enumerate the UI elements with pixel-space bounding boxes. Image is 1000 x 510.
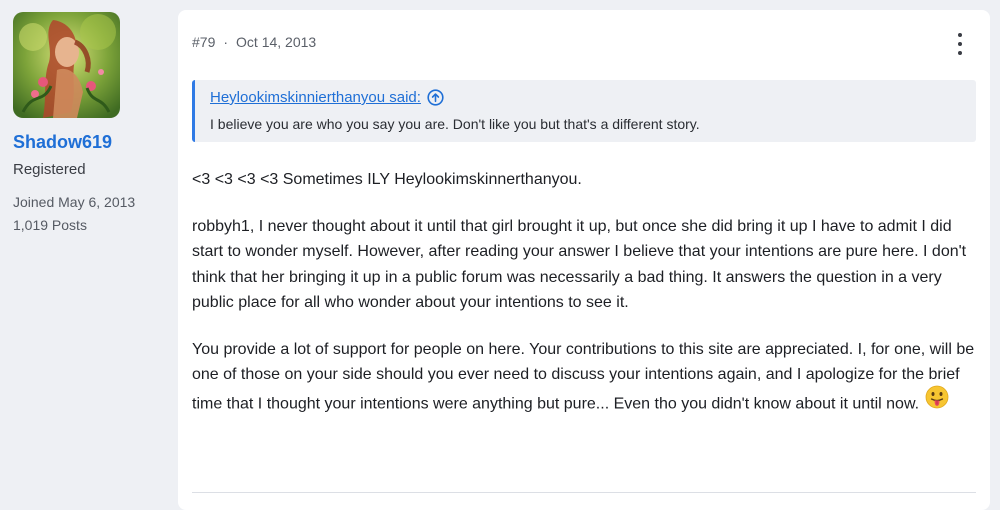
post-number-link[interactable]: #79	[192, 34, 215, 50]
kebab-dot	[958, 51, 962, 55]
user-joined-date: Joined May 6, 2013	[13, 194, 136, 210]
user-avatar[interactable]	[13, 12, 120, 118]
username-link[interactable]: Shadow619	[13, 132, 112, 153]
post-paragraph: <3 <3 <3 <3 Sometimes ILY Heylookimskinn…	[192, 171, 582, 188]
quote-author-link[interactable]: Heylookimskinnierthanyou said:	[210, 89, 444, 106]
avatar-image	[13, 12, 120, 118]
post-card: #79 · Oct 14, 2013 Heylookimskinnierthanyo…	[178, 10, 990, 510]
post-paragraph: robbyh1, I never thought about it until …	[192, 217, 967, 312]
post-paragraph-text: You provide a lot of support for people …	[192, 340, 975, 412]
kebab-dot	[958, 42, 962, 46]
quote-block: Heylookimskinnierthanyou said: I believe…	[192, 80, 976, 142]
post-meta: #79 · Oct 14, 2013	[192, 34, 316, 50]
post-body: <3 <3 <3 <3 Sometimes ILY Heylookimskinn…	[192, 167, 977, 441]
meta-separator: ·	[223, 34, 229, 50]
quote-text: I believe you are who you say you are. D…	[210, 116, 700, 132]
more-vertical-icon[interactable]	[953, 32, 967, 56]
user-title: Registered	[13, 161, 86, 178]
quote-author-text: Heylookimskinnierthanyou said:	[210, 89, 421, 106]
kebab-dot	[958, 33, 962, 37]
forum-post-page: Shadow619 Registered Joined May 6, 2013 …	[0, 0, 1000, 510]
user-info-column: Shadow619 Registered Joined May 6, 2013 …	[0, 0, 163, 499]
user-post-count: 1,019 Posts	[13, 217, 87, 233]
post-paragraph-last: You provide a lot of support for people …	[192, 337, 977, 421]
post-date-link[interactable]: Oct 14, 2013	[236, 34, 316, 50]
arrow-up-circle-icon	[427, 89, 444, 106]
post-footer-divider	[192, 492, 976, 493]
tongue-out-emoji-icon	[925, 385, 949, 418]
